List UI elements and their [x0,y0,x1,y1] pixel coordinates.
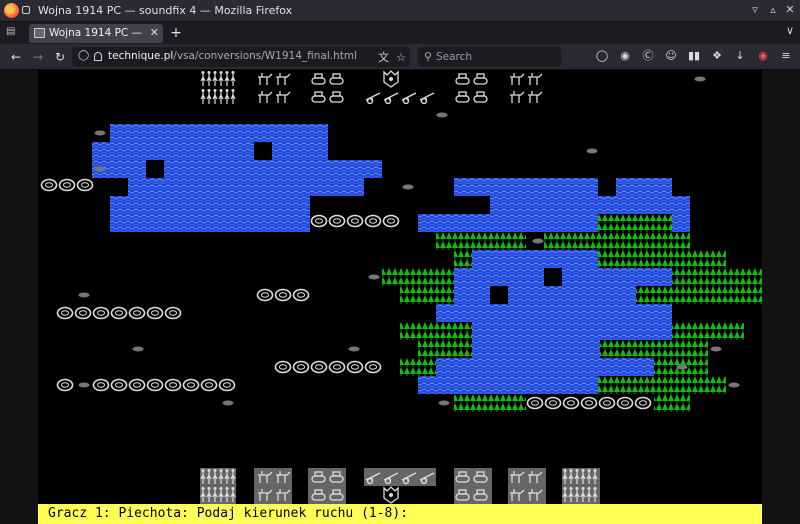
tracking-shield-icon[interactable]: ◯ [78,50,89,61]
tab-label: Wojna 1914 PC — soundfix 4 [49,27,143,39]
url-bar[interactable]: ◯ technique.pl/vsa/conversions/W1914_fin… [72,47,410,67]
window-title: Wojna 1914 PC — soundfix 4 — Mozilla Fir… [38,4,293,17]
account-icon[interactable]: ☺ [663,48,679,64]
navigation-toolbar: ← → ↻ ◯ technique.pl/vsa/conversions/W19… [0,44,800,70]
download-icon[interactable]: ↓ [732,48,748,64]
page-content: Gracz 1: Piechota: Podaj kierunek ruchu … [0,70,800,524]
game-map[interactable] [38,70,762,504]
player1-army [200,468,600,504]
translate-icon[interactable]: 文 [378,51,389,64]
extension-s-icon[interactable]: Ⓒ [640,48,656,64]
back-icon[interactable]: ← [8,49,24,65]
window-titlebar: Wojna 1914 PC — soundfix 4 — Mozilla Fir… [0,0,800,22]
extensions-icon[interactable]: ❖ [709,48,725,64]
url-text[interactable]: technique.pl/vsa/conversions/W1914_final… [108,50,357,62]
firefox-logo-icon [4,3,19,18]
search-box[interactable]: ⚲ [418,47,561,67]
list-all-tabs-icon[interactable]: ▤ [6,26,20,40]
tab-close-icon[interactable]: ✕ [150,26,159,39]
reload-icon[interactable]: ↻ [52,49,68,65]
search-input[interactable] [436,49,554,65]
url-path: /vsa/conversions/W1914_final.html [173,50,358,62]
close-window-icon[interactable]: ✕ [782,2,798,18]
window-menu-icon[interactable] [22,6,30,14]
pocket-icon[interactable]: ◯ [594,48,610,64]
tab-favicon-icon [34,28,45,38]
maximize-icon[interactable]: ▵ [765,2,781,18]
minimize-icon[interactable]: ▿ [747,2,763,18]
shield-extension-icon[interactable]: ◉ [617,48,633,64]
addon-icon[interactable]: ◉ [755,48,771,64]
game-status-line: Gracz 1: Piechota: Podaj kierunek ruchu … [38,504,762,524]
search-icon: ⚲ [424,50,433,63]
tab-active[interactable]: Wojna 1914 PC — soundfix 4 ✕ [29,24,163,43]
tab-bar: ▤ Wojna 1914 PC — soundfix 4 ✕ + ∨ [0,22,800,44]
menu-hamburger-icon[interactable]: ≡ [778,48,794,64]
tab-overflow-icon[interactable]: ∨ [786,24,794,37]
forward-icon[interactable]: → [30,49,46,65]
library-icon[interactable]: ▮▮ [686,48,702,64]
player2-army [200,70,543,105]
new-tab-button[interactable]: + [168,24,184,42]
lock-icon[interactable] [94,52,102,61]
bookmark-star-icon[interactable]: ☆ [396,51,406,64]
url-domain: technique.pl [108,50,174,62]
game-screen[interactable]: Gracz 1: Piechota: Podaj kierunek ruchu … [38,70,762,524]
